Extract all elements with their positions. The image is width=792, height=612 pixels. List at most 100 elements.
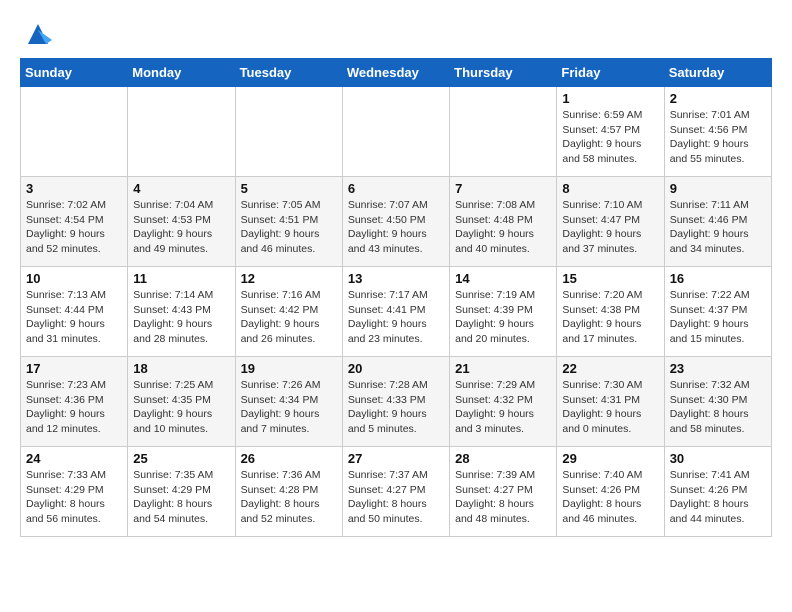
day-number: 20 [348,361,444,376]
day-info: Sunrise: 7:40 AM Sunset: 4:26 PM Dayligh… [562,468,658,527]
day-info: Sunrise: 7:28 AM Sunset: 4:33 PM Dayligh… [348,378,444,437]
day-info: Sunrise: 7:22 AM Sunset: 4:37 PM Dayligh… [670,288,766,347]
day-info: Sunrise: 7:35 AM Sunset: 4:29 PM Dayligh… [133,468,229,527]
calendar-cell: 23 Sunrise: 7:32 AM Sunset: 4:30 PM Dayli… [664,357,771,447]
day-info: Sunrise: 7:41 AM Sunset: 4:26 PM Dayligh… [670,468,766,527]
day-info: Sunrise: 7:19 AM Sunset: 4:39 PM Dayligh… [455,288,551,347]
day-number: 22 [562,361,658,376]
calendar-cell: 6 Sunrise: 7:07 AM Sunset: 4:50 PM Daylig… [342,177,449,267]
day-info: Sunrise: 7:26 AM Sunset: 4:34 PM Dayligh… [241,378,337,437]
logo-icon [24,20,52,48]
calendar-cell: 10 Sunrise: 7:13 AM Sunset: 4:44 PM Dayli… [21,267,128,357]
day-info: Sunrise: 7:07 AM Sunset: 4:50 PM Dayligh… [348,198,444,257]
calendar-cell: 24 Sunrise: 7:33 AM Sunset: 4:29 PM Dayli… [21,447,128,537]
calendar-week-3: 17 Sunrise: 7:23 AM Sunset: 4:36 PM Dayli… [21,357,772,447]
day-info: Sunrise: 7:04 AM Sunset: 4:53 PM Dayligh… [133,198,229,257]
calendar-header-monday: Monday [128,59,235,87]
day-number: 2 [670,91,766,106]
calendar-cell: 8 Sunrise: 7:10 AM Sunset: 4:47 PM Daylig… [557,177,664,267]
day-number: 21 [455,361,551,376]
calendar-week-0: 1 Sunrise: 6:59 AM Sunset: 4:57 PM Daylig… [21,87,772,177]
calendar-week-4: 24 Sunrise: 7:33 AM Sunset: 4:29 PM Dayli… [21,447,772,537]
calendar-header-row: SundayMondayTuesdayWednesdayThursdayFrid… [21,59,772,87]
calendar-cell: 16 Sunrise: 7:22 AM Sunset: 4:37 PM Dayli… [664,267,771,357]
calendar-cell: 14 Sunrise: 7:19 AM Sunset: 4:39 PM Dayli… [450,267,557,357]
day-info: Sunrise: 7:08 AM Sunset: 4:48 PM Dayligh… [455,198,551,257]
day-info: Sunrise: 7:02 AM Sunset: 4:54 PM Dayligh… [26,198,122,257]
calendar-cell: 15 Sunrise: 7:20 AM Sunset: 4:38 PM Dayli… [557,267,664,357]
calendar-cell: 9Sunrise: 7:11 AM Sunset: 4:46 PM Daylig… [664,177,771,267]
logo [20,20,52,48]
day-number: 24 [26,451,122,466]
day-info: Sunrise: 7:32 AM Sunset: 4:30 PM Dayligh… [670,378,766,437]
day-number: 13 [348,271,444,286]
calendar-header-tuesday: Tuesday [235,59,342,87]
day-number: 25 [133,451,229,466]
calendar-cell: 20 Sunrise: 7:28 AM Sunset: 4:33 PM Dayli… [342,357,449,447]
calendar-cell: 28 Sunrise: 7:39 AM Sunset: 4:27 PM Dayli… [450,447,557,537]
day-info: Sunrise: 7:29 AM Sunset: 4:32 PM Dayligh… [455,378,551,437]
day-number: 3 [26,181,122,196]
day-number: 14 [455,271,551,286]
calendar-cell: 17 Sunrise: 7:23 AM Sunset: 4:36 PM Dayli… [21,357,128,447]
day-number: 18 [133,361,229,376]
day-number: 17 [26,361,122,376]
calendar-cell: 13Sunrise: 7:17 AM Sunset: 4:41 PM Dayli… [342,267,449,357]
calendar-cell: 12Sunrise: 7:16 AM Sunset: 4:42 PM Dayli… [235,267,342,357]
day-number: 5 [241,181,337,196]
day-number: 23 [670,361,766,376]
calendar-cell [235,87,342,177]
calendar-cell: 25 Sunrise: 7:35 AM Sunset: 4:29 PM Dayli… [128,447,235,537]
day-number: 27 [348,451,444,466]
calendar-cell: 2 Sunrise: 7:01 AM Sunset: 4:56 PM Daylig… [664,87,771,177]
day-info: Sunrise: 7:30 AM Sunset: 4:31 PM Dayligh… [562,378,658,437]
calendar-cell: 3 Sunrise: 7:02 AM Sunset: 4:54 PM Daylig… [21,177,128,267]
day-info: Sunrise: 7:01 AM Sunset: 4:56 PM Dayligh… [670,108,766,167]
day-number: 19 [241,361,337,376]
calendar-week-1: 3 Sunrise: 7:02 AM Sunset: 4:54 PM Daylig… [21,177,772,267]
calendar-header-friday: Friday [557,59,664,87]
day-number: 29 [562,451,658,466]
day-info: Sunrise: 7:36 AM Sunset: 4:28 PM Dayligh… [241,468,337,527]
day-info: Sunrise: 7:10 AM Sunset: 4:47 PM Dayligh… [562,198,658,257]
calendar-header-wednesday: Wednesday [342,59,449,87]
calendar-cell: 29 Sunrise: 7:40 AM Sunset: 4:26 PM Dayli… [557,447,664,537]
calendar-cell: 4Sunrise: 7:04 AM Sunset: 4:53 PM Daylig… [128,177,235,267]
day-info: Sunrise: 7:14 AM Sunset: 4:43 PM Dayligh… [133,288,229,347]
calendar-cell: 22 Sunrise: 7:30 AM Sunset: 4:31 PM Dayli… [557,357,664,447]
day-number: 10 [26,271,122,286]
day-number: 8 [562,181,658,196]
calendar-cell: 7Sunrise: 7:08 AM Sunset: 4:48 PM Daylig… [450,177,557,267]
day-number: 30 [670,451,766,466]
day-info: Sunrise: 7:25 AM Sunset: 4:35 PM Dayligh… [133,378,229,437]
day-info: Sunrise: 7:05 AM Sunset: 4:51 PM Dayligh… [241,198,337,257]
day-info: Sunrise: 7:33 AM Sunset: 4:29 PM Dayligh… [26,468,122,527]
day-number: 16 [670,271,766,286]
calendar-cell: 27 Sunrise: 7:37 AM Sunset: 4:27 PM Dayli… [342,447,449,537]
calendar-cell: 11 Sunrise: 7:14 AM Sunset: 4:43 PM Dayli… [128,267,235,357]
day-number: 11 [133,271,229,286]
calendar-cell: 21 Sunrise: 7:29 AM Sunset: 4:32 PM Dayli… [450,357,557,447]
calendar-header-thursday: Thursday [450,59,557,87]
calendar-cell [128,87,235,177]
day-info: Sunrise: 7:16 AM Sunset: 4:42 PM Dayligh… [241,288,337,347]
calendar-cell: 30 Sunrise: 7:41 AM Sunset: 4:26 PM Dayli… [664,447,771,537]
calendar-cell: 18 Sunrise: 7:25 AM Sunset: 4:35 PM Dayli… [128,357,235,447]
day-info: Sunrise: 7:23 AM Sunset: 4:36 PM Dayligh… [26,378,122,437]
header [20,20,772,48]
day-info: Sunrise: 6:59 AM Sunset: 4:57 PM Dayligh… [562,108,658,167]
day-number: 28 [455,451,551,466]
day-info: Sunrise: 7:13 AM Sunset: 4:44 PM Dayligh… [26,288,122,347]
day-number: 1 [562,91,658,106]
day-info: Sunrise: 7:39 AM Sunset: 4:27 PM Dayligh… [455,468,551,527]
day-number: 26 [241,451,337,466]
calendar-cell: 5 Sunrise: 7:05 AM Sunset: 4:51 PM Daylig… [235,177,342,267]
day-number: 6 [348,181,444,196]
day-info: Sunrise: 7:37 AM Sunset: 4:27 PM Dayligh… [348,468,444,527]
day-number: 15 [562,271,658,286]
calendar-header-saturday: Saturday [664,59,771,87]
day-info: Sunrise: 7:11 AM Sunset: 4:46 PM Dayligh… [670,198,766,257]
day-info: Sunrise: 7:20 AM Sunset: 4:38 PM Dayligh… [562,288,658,347]
calendar-cell: 1 Sunrise: 6:59 AM Sunset: 4:57 PM Daylig… [557,87,664,177]
calendar-week-2: 10 Sunrise: 7:13 AM Sunset: 4:44 PM Dayli… [21,267,772,357]
